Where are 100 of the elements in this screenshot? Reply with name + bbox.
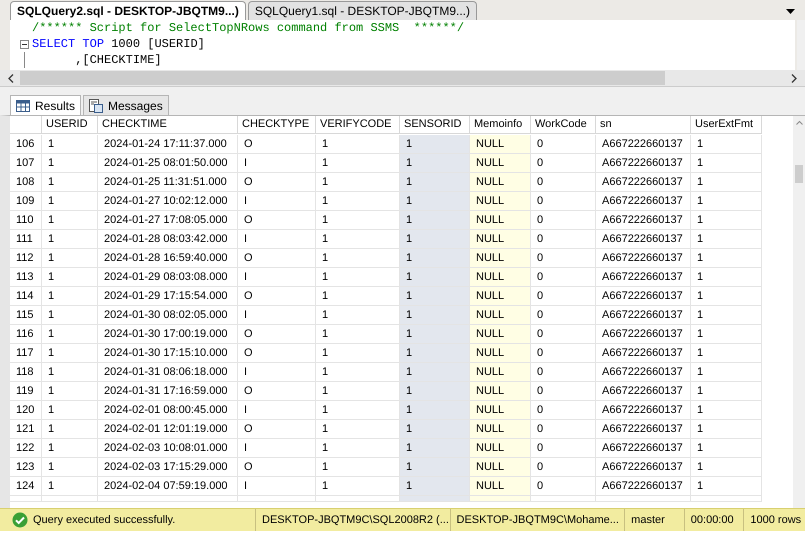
table-cell: I <box>238 154 316 173</box>
table-cell: 2024-01-24 17:11:37.000 <box>98 135 238 154</box>
table-cell: 1 <box>691 230 762 249</box>
table-cell: 1 <box>42 439 98 458</box>
table-cell: NULL <box>470 401 531 420</box>
table-cell: O <box>238 344 316 363</box>
table-cell: 0 <box>531 458 596 477</box>
row-number: 106 <box>10 135 42 154</box>
table-cell: 1 <box>691 439 762 458</box>
column-header[interactable]: VERIFYCODE <box>316 116 400 134</box>
status-text: 00:00:00 <box>690 514 734 526</box>
table-cell: A667222660137 <box>596 154 691 173</box>
table-cell: A667222660137 <box>596 401 691 420</box>
table-cell: 0 <box>531 439 596 458</box>
table-cell: 0 <box>531 306 596 325</box>
code-editor[interactable]: /****** Script for SelectTopNRows command from SSMS ******/ SELECT TOP 1000 [USERID] ,[CHECKTIME] <box>0 20 805 70</box>
table-cell: 2024-01-29 17:15:54.000 <box>98 287 238 306</box>
row-number: 114 <box>10 287 42 306</box>
dropdown-icon[interactable] <box>786 9 795 14</box>
row-number: 122 <box>10 439 42 458</box>
table-cell: 0 <box>531 363 596 382</box>
table-cell: 1 <box>400 344 470 363</box>
table-cell: I <box>238 363 316 382</box>
table-cell: A667222660137 <box>596 344 691 363</box>
table-cell: O <box>238 249 316 268</box>
horizontal-scrollbar[interactable] <box>0 70 805 86</box>
table-cell: 1 <box>400 420 470 439</box>
table-cell: 0 <box>531 249 596 268</box>
table-cell: O <box>238 458 316 477</box>
table-cell: 1 <box>691 192 762 211</box>
results-tab[interactable]: Results <box>10 95 82 115</box>
table-cell: 1 <box>400 230 470 249</box>
table-cell: NULL <box>470 382 531 401</box>
table-cell: 2024-02-01 12:01:19.000 <box>98 420 238 439</box>
table-cell: O <box>238 287 316 306</box>
table-cell: A667222660137 <box>596 325 691 344</box>
table-cell: O <box>238 211 316 230</box>
scroll-thumb[interactable] <box>795 165 803 183</box>
column-header[interactable]: CHECKTYPE <box>238 116 316 134</box>
table-cell: A667222660137 <box>596 477 691 496</box>
document-tab[interactable]: SQLQuery1.sql - DESKTOP-JBQTM9...) <box>248 1 477 20</box>
table-cell: NULL <box>470 249 531 268</box>
table-cell: 0 <box>531 211 596 230</box>
collapse-icon[interactable] <box>20 40 28 48</box>
table-cell: A667222660137 <box>596 211 691 230</box>
code-line: ,[CHECKTIME] <box>74 53 162 67</box>
table-cell: 2024-02-04 07:59:19.000 <box>98 477 238 496</box>
success-icon <box>12 512 28 528</box>
document-tab[interactable]: SQLQuery2.sql - DESKTOP-JBQTM9...) <box>10 1 246 20</box>
results-tab[interactable]: Messages <box>83 95 169 115</box>
table-cell: 1 <box>691 477 762 496</box>
table-cell: 1 <box>691 382 762 401</box>
table-cell: 1 <box>42 344 98 363</box>
vertical-scrollbar[interactable] <box>793 116 805 508</box>
column-header[interactable]: USERID <box>42 116 98 134</box>
table-cell: 1 <box>400 135 470 154</box>
table-cell: 0 <box>531 382 596 401</box>
column-header[interactable]: UserExtFmt <box>691 116 762 134</box>
row-number: 120 <box>10 401 42 420</box>
column-header[interactable]: CHECKTIME <box>98 116 238 134</box>
table-cell: 2024-01-31 17:16:59.000 <box>98 382 238 401</box>
column-header[interactable]: WorkCode <box>531 116 596 134</box>
row-number: 108 <box>10 173 42 192</box>
table-cell: O <box>238 382 316 401</box>
document-icon <box>89 98 104 112</box>
table-cell: 1 <box>42 287 98 306</box>
table-cell: NULL <box>470 344 531 363</box>
table-cell: 1 <box>400 249 470 268</box>
table-cell: NULL <box>470 135 531 154</box>
table-cell: 2024-01-30 17:15:10.000 <box>98 344 238 363</box>
table-cell: NULL <box>470 154 531 173</box>
table-cell: I <box>238 439 316 458</box>
row-number: 119 <box>10 382 42 401</box>
table-cell: 0 <box>531 477 596 496</box>
table-cell: 1 <box>400 477 470 496</box>
column-header[interactable]: Memoinfo <box>470 116 531 134</box>
status-text: Query executed successfully. <box>33 514 176 526</box>
column-header[interactable]: SENSORID <box>400 116 470 134</box>
row-number: 110 <box>10 211 42 230</box>
table-cell: 1 <box>400 173 470 192</box>
table-cell: 1 <box>691 458 762 477</box>
table-cell: 2024-01-27 10:02:12.000 <box>98 192 238 211</box>
table-cell: NULL <box>470 287 531 306</box>
table-cell: A667222660137 <box>596 192 691 211</box>
table-cell: 2024-01-30 08:02:05.000 <box>98 306 238 325</box>
table-cell: 2024-01-25 08:01:50.000 <box>98 154 238 173</box>
table-cell: I <box>238 268 316 287</box>
table-cell: 0 <box>531 268 596 287</box>
column-header[interactable]: sn <box>596 116 691 134</box>
table-cell: 1 <box>42 420 98 439</box>
table-cell: A667222660137 <box>596 287 691 306</box>
table-cell: A667222660137 <box>596 249 691 268</box>
table-cell: A667222660137 <box>596 439 691 458</box>
table-cell: 2024-01-31 08:06:18.000 <box>98 363 238 382</box>
table-cell: 1 <box>42 363 98 382</box>
row-number: 124 <box>10 477 42 496</box>
table-cell: NULL <box>470 192 531 211</box>
table-cell: 2024-01-29 08:03:08.000 <box>98 268 238 287</box>
table-cell: I <box>238 401 316 420</box>
table-cell: 1 <box>400 154 470 173</box>
